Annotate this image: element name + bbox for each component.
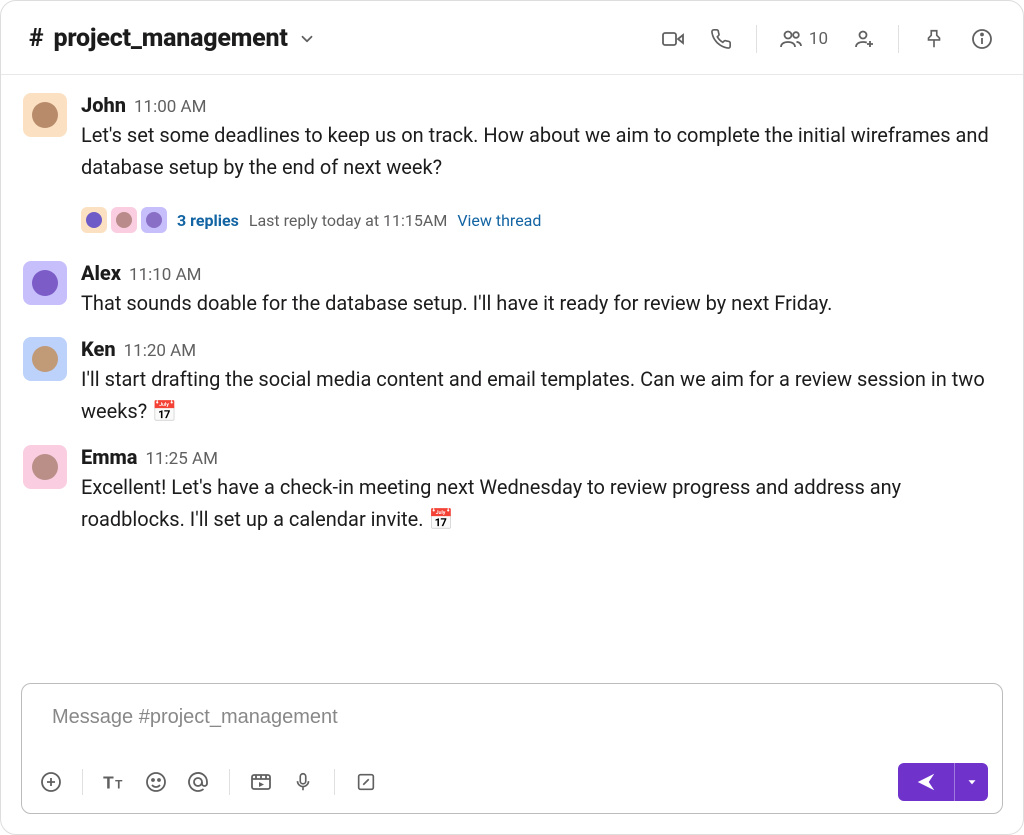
divider (334, 769, 335, 795)
pin-button[interactable] (921, 26, 947, 52)
avatar[interactable] (23, 261, 67, 305)
send-button[interactable] (898, 763, 954, 801)
avatar[interactable] (23, 445, 67, 489)
add-member-button[interactable] (850, 26, 876, 52)
emoji-button[interactable] (143, 769, 169, 795)
thread-summary[interactable]: 3 replies Last reply today at 11:15AM Vi… (81, 207, 995, 233)
send-button-group (898, 763, 988, 801)
channel-name: project_management (53, 24, 287, 53)
send-options-button[interactable] (954, 763, 988, 801)
message-author[interactable]: John (81, 93, 126, 117)
message-author[interactable]: Ken (81, 337, 116, 361)
message-item: Ken 11:20 AM I'll start drafting the soc… (1, 327, 1023, 435)
mention-button[interactable] (185, 769, 211, 795)
svg-text:T: T (103, 773, 114, 793)
thread-replies-count[interactable]: 3 replies (177, 211, 239, 230)
members-button[interactable]: 10 (779, 27, 828, 51)
hash-icon: # (29, 24, 43, 53)
message-timestamp: 11:00 AM (134, 97, 206, 117)
format-button[interactable]: TT (101, 769, 127, 795)
message-item: John 11:00 AM Let's set some deadlines t… (1, 83, 1023, 251)
composer: TT (21, 683, 1003, 814)
message-item: Emma 11:25 AM Excellent! Let's have a ch… (1, 435, 1023, 543)
message-timestamp: 11:20 AM (124, 341, 196, 361)
header-actions: 10 (660, 25, 995, 53)
avatar-mini (81, 207, 107, 233)
messages-list: John 11:00 AM Let's set some deadlines t… (1, 75, 1023, 683)
avatar-mini (141, 207, 167, 233)
message-text: That sounds doable for the database setu… (81, 287, 995, 319)
divider (229, 769, 230, 795)
message-author[interactable]: Emma (81, 445, 137, 469)
message-input[interactable] (22, 684, 1002, 753)
message-item: Alex 11:10 AM That sounds doable for the… (1, 251, 1023, 327)
info-button[interactable] (969, 26, 995, 52)
composer-area: TT (1, 683, 1023, 834)
avatar[interactable] (23, 93, 67, 137)
avatar[interactable] (23, 337, 67, 381)
phone-call-button[interactable] (708, 26, 734, 52)
chevron-down-icon (298, 30, 316, 48)
channel-title-button[interactable]: # project_management (29, 24, 316, 53)
divider (82, 769, 83, 795)
message-text: Excellent! Let's have a check-in meeting… (81, 471, 995, 535)
avatar-mini (111, 207, 137, 233)
video-clip-button[interactable] (248, 769, 274, 795)
message-text: Let's set some deadlines to keep us on t… (81, 119, 995, 183)
thread-last-reply: Last reply today at 11:15AM (249, 211, 447, 230)
message-author[interactable]: Alex (81, 261, 121, 285)
divider (898, 25, 899, 53)
shortcut-button[interactable] (353, 769, 379, 795)
member-count: 10 (809, 29, 828, 49)
audio-record-button[interactable] (290, 769, 316, 795)
view-thread-link[interactable]: View thread (457, 211, 541, 230)
video-call-button[interactable] (660, 26, 686, 52)
message-text: I'll start drafting the social media con… (81, 363, 995, 427)
message-timestamp: 11:25 AM (145, 449, 217, 469)
svg-text:T: T (115, 778, 123, 792)
chat-window: # project_management 10 (0, 0, 1024, 835)
channel-header: # project_management 10 (1, 1, 1023, 75)
thread-participants (81, 207, 167, 233)
message-timestamp: 11:10 AM (129, 265, 201, 285)
attach-button[interactable] (38, 769, 64, 795)
divider (756, 25, 757, 53)
composer-toolbar: TT (22, 753, 1002, 813)
